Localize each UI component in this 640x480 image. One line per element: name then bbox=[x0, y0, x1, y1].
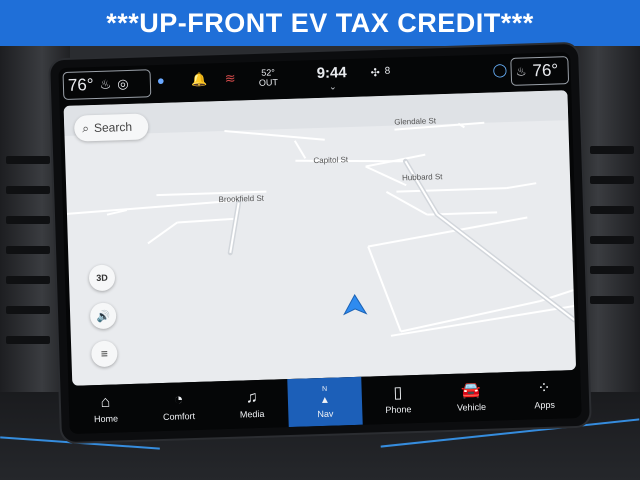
nav-navigation[interactable]: N ▲ Nav bbox=[287, 376, 363, 428]
vent-slat bbox=[590, 266, 634, 274]
outside-temp: 52° OUT bbox=[258, 67, 278, 88]
vent-slat bbox=[6, 216, 50, 224]
nav-home-label: Home bbox=[93, 412, 119, 424]
nav-home[interactable]: ⌂ Home bbox=[68, 384, 143, 434]
driver-climate-button[interactable]: 76° ♨ ◎ bbox=[62, 69, 152, 100]
vent-slat bbox=[590, 146, 634, 154]
nav-phone[interactable]: ▯ Phone bbox=[361, 374, 436, 424]
infotainment-bezel: 76° ♨ ◎ ● 🔔 ≋ 52° OUT 9:44 ⌄ ✣ 8 ◯ ♨ 76° bbox=[50, 43, 590, 443]
nav-media[interactable]: ♫ Media bbox=[215, 379, 290, 429]
promo-banner-text: ***UP-FRONT EV TAX CREDIT*** bbox=[106, 7, 534, 38]
vent-slat bbox=[6, 336, 50, 344]
nav-phone-label: Phone bbox=[385, 403, 412, 415]
notification-bell-icon[interactable]: 🔔 bbox=[191, 71, 208, 88]
nav-apps-label: Apps bbox=[534, 399, 556, 410]
view-mode-label: 3D bbox=[96, 272, 108, 284]
vent-slat bbox=[6, 276, 50, 284]
clock: 9:44 bbox=[316, 64, 347, 83]
infotainment-screen: 76° ♨ ◎ ● 🔔 ≋ 52° OUT 9:44 ⌄ ✣ 8 ◯ ♨ 76° bbox=[58, 52, 582, 434]
fan-level: 8 bbox=[384, 65, 391, 77]
vent-slat bbox=[590, 176, 634, 184]
nav-navigation-label: Nav bbox=[317, 408, 334, 419]
nav-apps[interactable]: ⁘ Apps bbox=[507, 370, 582, 420]
nav-media-label: Media bbox=[239, 408, 265, 420]
speaker-icon: 🔊 bbox=[96, 310, 111, 323]
home-icon: ⌂ bbox=[100, 393, 111, 411]
map-search-label: Search bbox=[93, 119, 133, 136]
vent-slat bbox=[590, 236, 634, 244]
comfort-icon: ◔ bbox=[173, 390, 184, 409]
heated-wheel-icon: ◎ bbox=[117, 75, 129, 92]
phone-icon: ▯ bbox=[393, 383, 403, 402]
vent-slat bbox=[6, 306, 50, 314]
vent-slat bbox=[590, 296, 634, 304]
nav-comfort-label: Comfort bbox=[162, 410, 196, 422]
street-label: Hubbard St bbox=[401, 172, 443, 183]
search-icon: ⌕ bbox=[82, 120, 90, 135]
driver-temp: 76° bbox=[67, 75, 94, 95]
compass-heading: N bbox=[321, 385, 328, 393]
outside-temp-value: 52° bbox=[261, 67, 276, 78]
vent-slat bbox=[6, 156, 50, 164]
car-icon: 🚘 bbox=[460, 381, 482, 400]
street-label: Glendale St bbox=[394, 116, 437, 127]
vent-slat bbox=[6, 186, 50, 194]
grid-icon: ⁘ bbox=[537, 379, 552, 397]
vent-slat bbox=[6, 246, 50, 254]
heated-seat-icon: ♨ bbox=[99, 76, 112, 92]
vent-slat bbox=[590, 206, 634, 214]
music-note-icon: ♫ bbox=[245, 388, 258, 406]
heated-seat-icon: ♨ bbox=[515, 64, 527, 79]
location-arrow-icon bbox=[343, 293, 368, 316]
passenger-climate-button[interactable]: ♨ 76° bbox=[510, 56, 570, 86]
nav-vehicle[interactable]: 🚘 Vehicle bbox=[434, 372, 509, 422]
fan-icon: ✣ bbox=[370, 67, 381, 80]
street-label: Brookfield St bbox=[218, 193, 265, 205]
passenger-temp: 76° bbox=[532, 60, 559, 81]
driver-profile-icon[interactable]: ● bbox=[157, 73, 165, 88]
menu-icon: ≡ bbox=[100, 346, 109, 361]
chevron-down-icon[interactable]: ⌄ bbox=[329, 81, 337, 92]
voice-assistant-icon[interactable]: ◯ bbox=[492, 62, 507, 78]
street-label: Capitol St bbox=[313, 155, 349, 166]
nav-comfort[interactable]: ◔ Comfort bbox=[141, 381, 216, 431]
nav-vehicle-label: Vehicle bbox=[456, 401, 487, 413]
map-search-button[interactable]: ⌕ Search bbox=[73, 113, 149, 142]
wifi-icon: ≋ bbox=[224, 70, 236, 86]
navigation-map[interactable]: Glendale St Capitol St Hubbard St Brookf… bbox=[63, 90, 577, 386]
promo-banner: ***UP-FRONT EV TAX CREDIT*** bbox=[0, 0, 640, 46]
compass-icon: ▲ bbox=[319, 394, 331, 406]
outside-temp-label: OUT bbox=[258, 77, 279, 88]
